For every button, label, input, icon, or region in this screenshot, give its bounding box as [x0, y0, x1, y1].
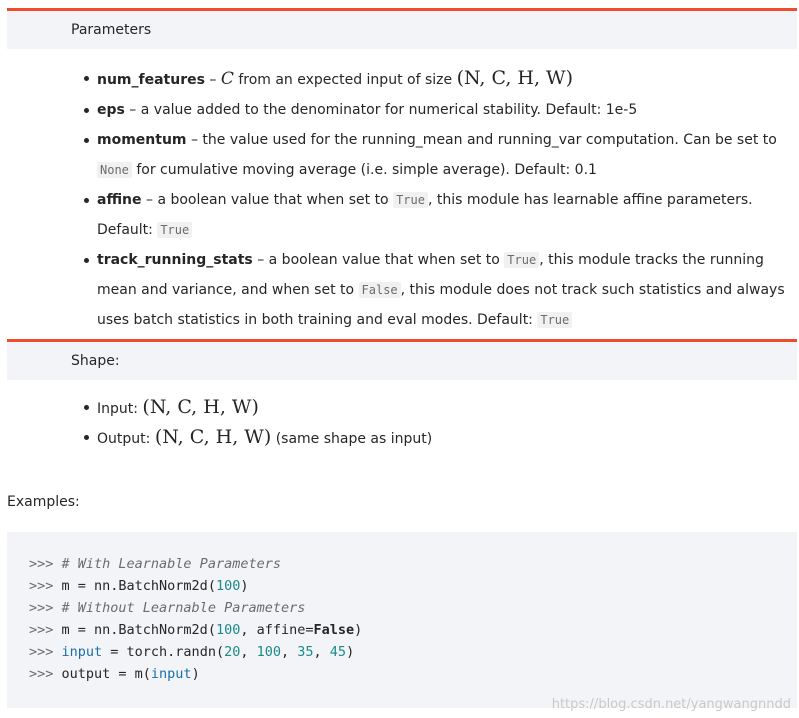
code-builtin: input — [61, 644, 103, 660]
code-comment: # Without Learnable Parameters — [61, 600, 306, 616]
code-text: , — [240, 644, 257, 660]
code-number: 100 — [215, 622, 241, 638]
code-text: output = m( — [61, 666, 151, 682]
code-text: ) — [354, 622, 363, 638]
inline-code: True — [537, 312, 573, 328]
code-prompt: >>> — [29, 644, 62, 660]
inline-code: False — [358, 282, 401, 298]
code-text: , — [313, 644, 330, 660]
param-sep: – — [141, 192, 158, 208]
code-number: 45 — [329, 644, 347, 660]
code-text: ) — [346, 644, 355, 660]
code-builtin: input — [150, 666, 192, 682]
shape-item-output: Output: (N, C, H, W) (same shape as inpu… — [7, 423, 797, 453]
code-line: >>> # With Learnable Parameters — [29, 553, 797, 575]
param-name: track_running_stats — [97, 252, 253, 268]
code-text: = torch.randn( — [102, 644, 225, 660]
shape-suffix: (same shape as input) — [271, 431, 433, 447]
code-text: ) — [191, 666, 200, 682]
shape-label: Input: — [97, 401, 143, 417]
code-number: 35 — [297, 644, 314, 660]
parameters-list: num_features – C from an expected input … — [7, 63, 797, 335]
code-text: , affine= — [240, 622, 314, 638]
code-text: m = nn.BatchNorm2d( — [61, 578, 216, 594]
param-desc: a value added to the denominator for num… — [140, 102, 638, 118]
shape-section: Shape: Input: (N, C, H, W) Output: (N, C… — [7, 339, 797, 453]
param-sep: – — [204, 72, 221, 88]
inline-code: True — [504, 252, 540, 268]
param-item-eps: eps – a value added to the denominator f… — [7, 95, 797, 125]
math-tuple: (N, C, H, W) — [142, 396, 259, 418]
parameters-section: Parameters num_features – C from an expe… — [7, 8, 797, 335]
param-desc: a boolean value that when set to — [157, 192, 394, 208]
examples-label: Examples: — [7, 494, 80, 510]
code-line: >>> m = nn.BatchNorm2d(100, affine=False… — [29, 619, 797, 641]
shape-heading: Shape: — [7, 339, 797, 380]
code-line: >>> m = nn.BatchNorm2d(100) — [29, 575, 797, 597]
shape-label: Output: — [97, 431, 155, 447]
param-desc: the value used for the running_mean and … — [202, 132, 777, 148]
inline-code: None — [97, 162, 132, 178]
inline-code: True — [393, 192, 428, 208]
code-example-block: >>> # With Learnable Parameters >>> m = … — [7, 532, 797, 708]
code-text: ) — [240, 578, 249, 594]
code-line: >>> # Without Learnable Parameters — [29, 597, 797, 619]
shape-list: Input: (N, C, H, W) Output: (N, C, H, W)… — [7, 393, 797, 453]
code-prompt: >>> — [29, 578, 62, 594]
parameters-heading: Parameters — [7, 8, 797, 49]
param-sep: – — [124, 102, 141, 118]
code-line: >>> output = m(input) — [29, 663, 797, 685]
param-name: momentum — [97, 132, 187, 148]
code-comment: # With Learnable Parameters — [61, 556, 281, 572]
param-item-track-running-stats: track_running_stats – a boolean value th… — [7, 245, 797, 335]
code-number: 100 — [256, 644, 281, 660]
math-tuple: (N, C, H, W) — [456, 67, 573, 89]
code-prompt: >>> — [29, 600, 62, 616]
watermark-url: https://blog.csdn.net/yangwangnndd — [551, 697, 791, 712]
math-symbol: C — [220, 69, 234, 89]
code-prompt: >>> — [29, 622, 62, 638]
code-text: m = nn.BatchNorm2d( — [61, 622, 216, 638]
code-number: 20 — [224, 644, 241, 660]
code-text: , — [281, 644, 298, 660]
param-sep: – — [252, 252, 269, 268]
param-desc: from an expected input of size — [233, 72, 457, 88]
param-name: affine — [97, 192, 142, 208]
code-prompt: >>> — [29, 556, 62, 572]
code-prompt: >>> — [29, 666, 62, 682]
param-item-momentum: momentum – the value used for the runnin… — [7, 125, 797, 185]
code-keyword: False — [313, 622, 355, 638]
inline-code: True — [157, 222, 193, 238]
code-number: 100 — [215, 578, 241, 594]
param-item-affine: affine – a boolean value that when set t… — [7, 185, 797, 245]
shape-item-input: Input: (N, C, H, W) — [7, 393, 797, 423]
param-sep: – — [186, 132, 203, 148]
param-name: num_features — [97, 72, 205, 88]
param-desc: a boolean value that when set to — [268, 252, 505, 268]
code-line: >>> input = torch.randn(20, 100, 35, 45) — [29, 641, 797, 663]
param-desc-cont: for cumulative moving average (i.e. simp… — [131, 162, 597, 178]
math-tuple: (N, C, H, W) — [154, 426, 272, 448]
param-item-num-features: num_features – C from an expected input … — [7, 63, 797, 95]
param-name: eps — [97, 102, 125, 118]
